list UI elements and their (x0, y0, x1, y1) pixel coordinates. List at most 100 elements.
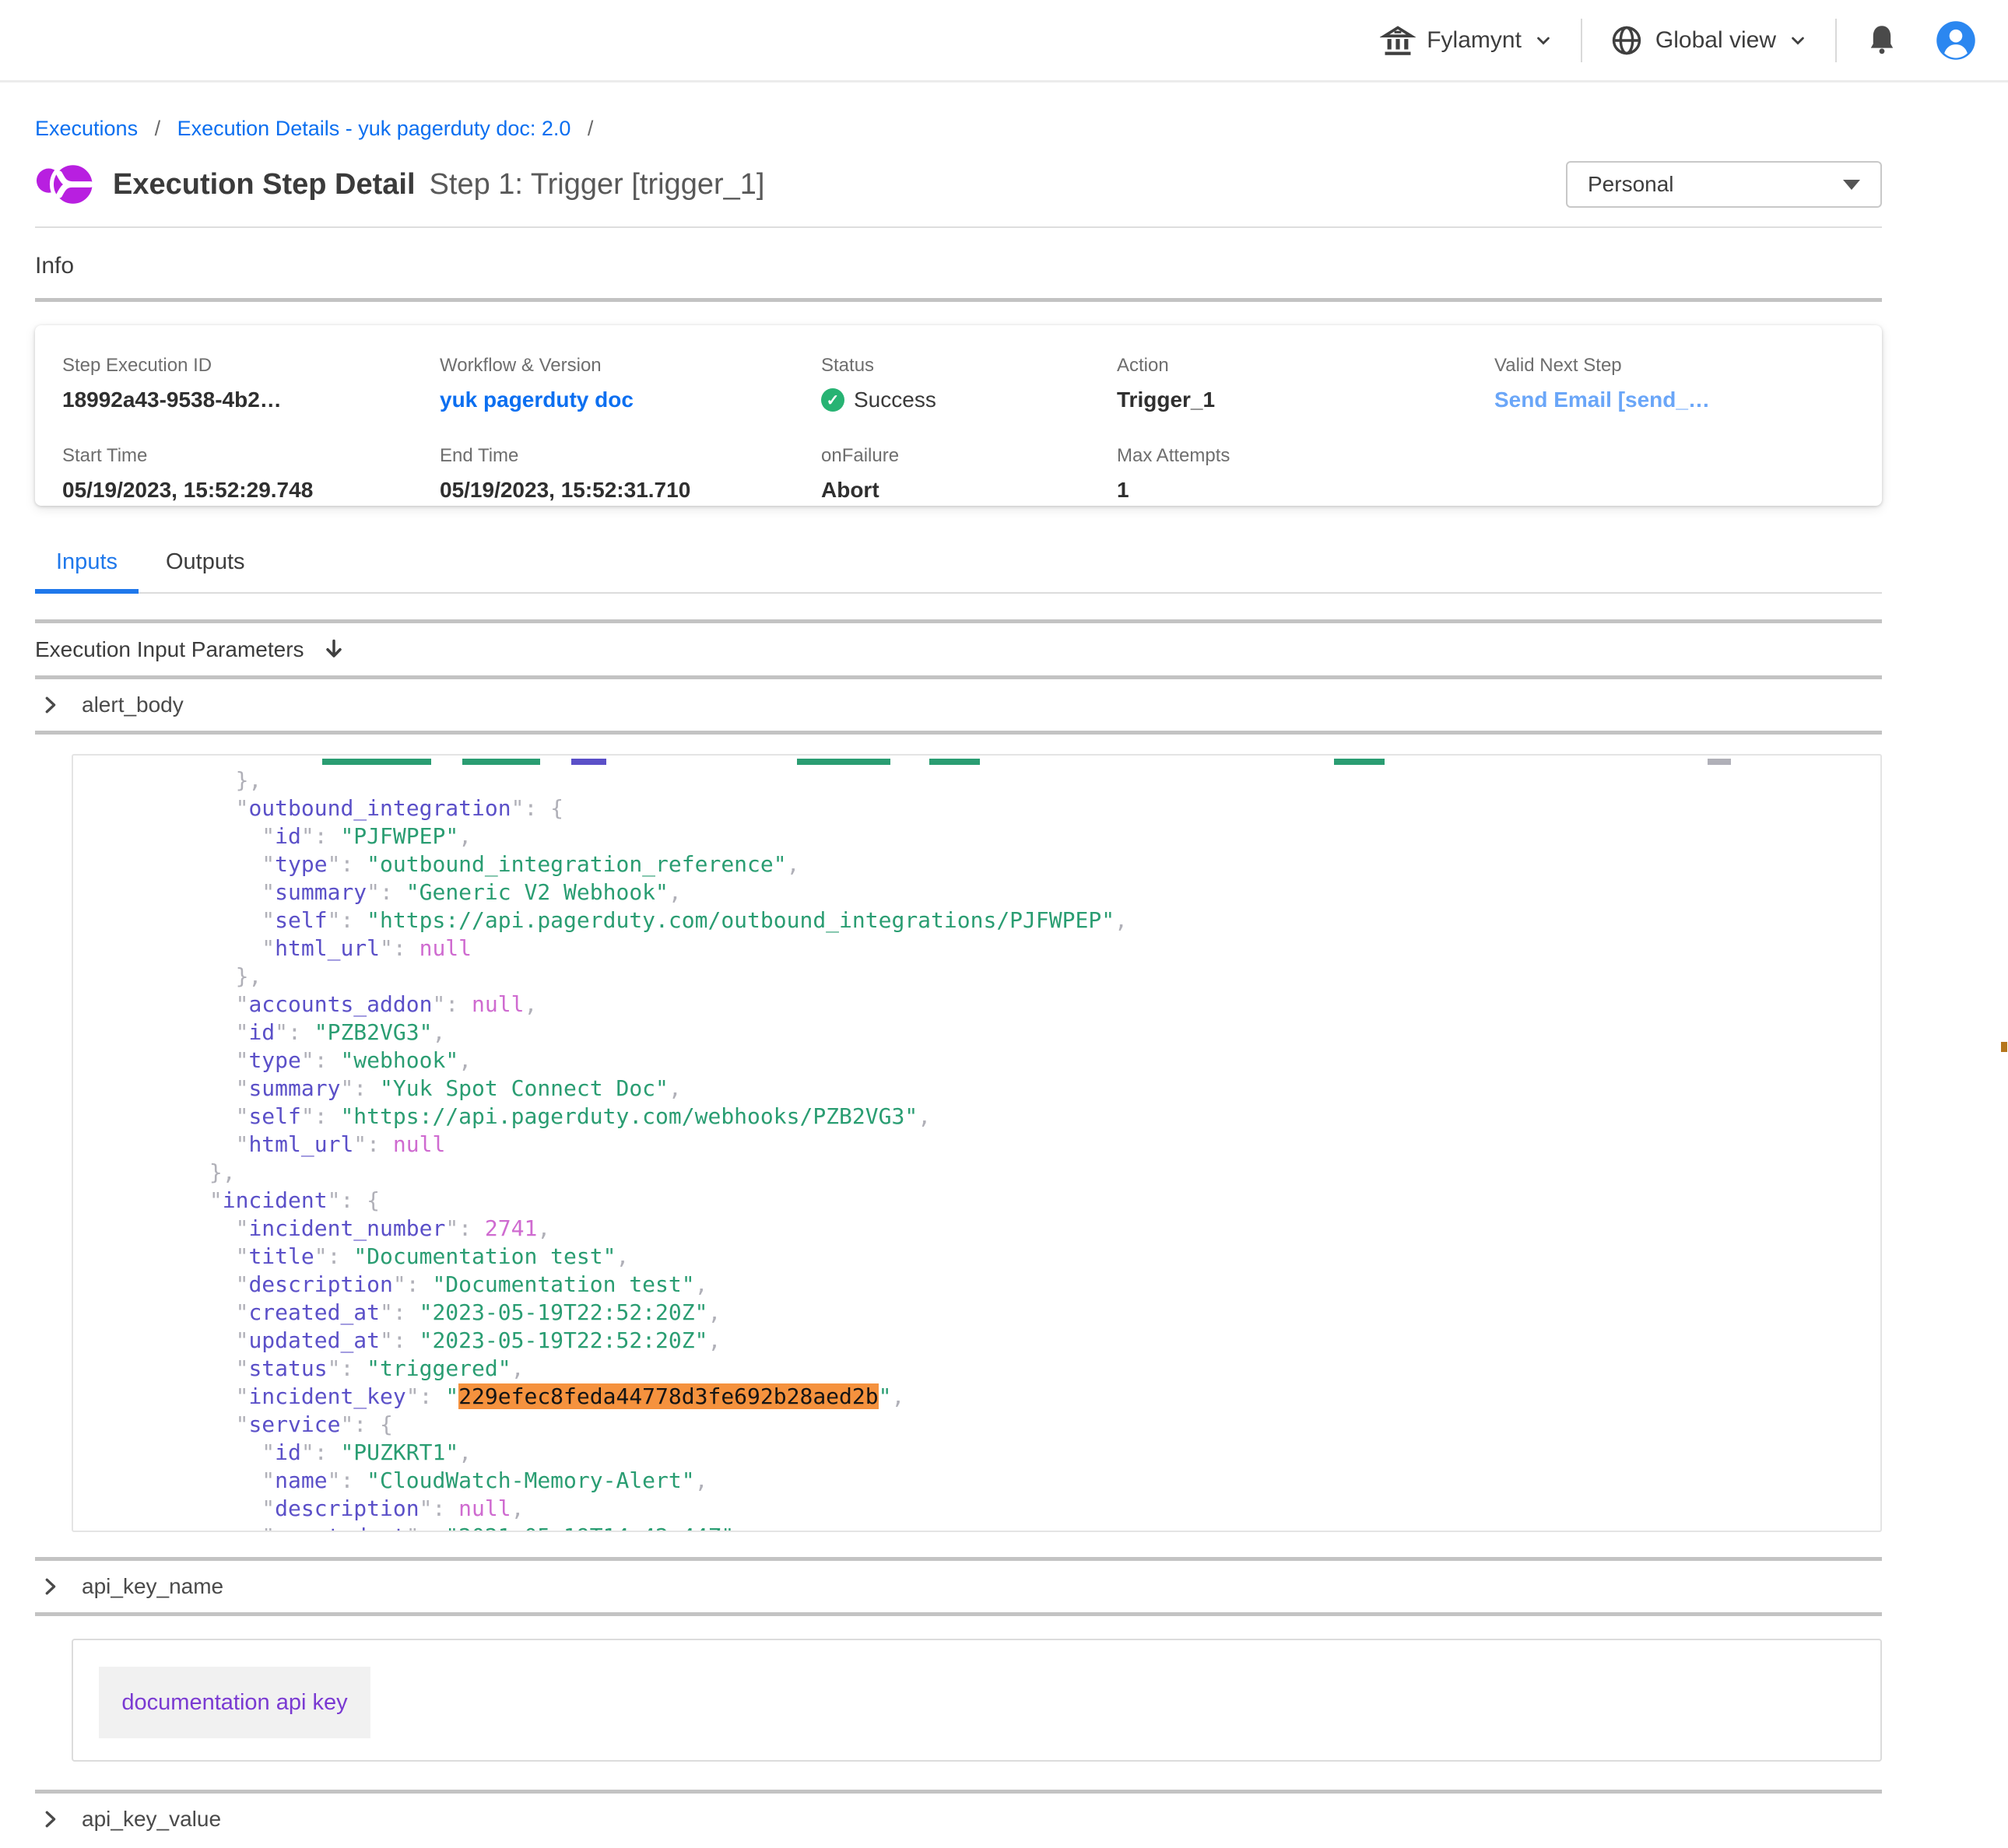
code-line: "description": null, (104, 1495, 1880, 1523)
code-line: "created_at": "2021-05-19T14:42:44Z", (104, 1523, 1880, 1532)
scope-select-value: Personal (1588, 172, 1674, 197)
code-line: "id": "PZB2VG3", (104, 1019, 1880, 1047)
section-row-alert-body[interactable]: alert_body (35, 679, 1882, 731)
info-field-step-execution-id: Step Execution ID 18992a43-9538-4b2… (62, 355, 440, 412)
info-field-end-time: End Time 05/19/2023, 15:52:31.710 (440, 445, 821, 503)
code-line: "incident_number": 2741, (104, 1215, 1880, 1243)
page-subtitle: Step 1: Trigger [trigger_1] (430, 168, 765, 202)
code-line: "description": "Documentation test", (104, 1271, 1880, 1299)
divider (35, 298, 1882, 302)
field-label: Action (1117, 355, 1494, 377)
tenant-switcher[interactable]: Fylamynt (1380, 23, 1554, 58)
page-content: Executions / Execution Details - yuk pag… (35, 117, 1882, 1845)
search-highlight: 229efec8feda44778d3fe692b28aed2b (458, 1383, 878, 1409)
code-line: "updated_at": "2023-05-19T22:52:20Z", (104, 1327, 1880, 1355)
breadcrumb-link-execution-details[interactable]: Execution Details - yuk pagerduty doc: 2… (177, 117, 571, 140)
api-key-name-panel: documentation api key (72, 1639, 1882, 1762)
globe-icon (1609, 23, 1645, 58)
field-label: Valid Next Step (1494, 355, 1882, 377)
field-value: ✓ Success (821, 387, 1117, 412)
field-label: Step Execution ID (62, 355, 440, 377)
code-line: "self": "https://api.pagerduty.com/webho… (104, 1103, 1880, 1131)
field-value: 05/19/2023, 15:52:31.710 (440, 478, 821, 503)
notifications-bell-icon[interactable] (1863, 22, 1901, 59)
divider (35, 731, 1882, 735)
info-field-max-attempts: Max Attempts1 (1117, 445, 1494, 503)
code-line: "name": "CloudWatch-Memory-Alert", (104, 1467, 1880, 1495)
info-card: Step Execution ID 18992a43-9538-4b2…Workf… (35, 325, 1882, 506)
field-label: Max Attempts (1117, 445, 1494, 467)
code-line: }, (104, 766, 1880, 794)
code-line: "incident_key": "229efec8feda44778d3fe69… (104, 1383, 1880, 1411)
code-line: "title": "Documentation test", (104, 1243, 1880, 1271)
info-field-valid-next-step: Valid Next Step Send Email [send_… (1494, 355, 1882, 412)
execution-input-parameters-header: Execution Input Parameters (35, 623, 1882, 675)
code-line: "service": { (104, 1411, 1880, 1439)
info-field-start-time: Start Time 05/19/2023, 15:52:29.748 (62, 445, 440, 503)
execution-input-parameters-label: Execution Input Parameters (35, 637, 304, 662)
info-field-status: Status✓Success (821, 355, 1117, 412)
success-check-icon: ✓ (821, 388, 844, 412)
code-line: "summary": "Generic V2 Webhook", (104, 878, 1880, 906)
info-field-action: ActionTrigger_1 (1117, 355, 1494, 412)
caret-down-icon (1843, 180, 1860, 190)
field-label: Start Time (62, 445, 440, 467)
code-line: "created_at": "2023-05-19T22:52:20Z", (104, 1299, 1880, 1327)
chevron-right-icon (38, 693, 61, 717)
code-line: }, (104, 963, 1880, 991)
section-row-api-key-name[interactable]: api_key_name (35, 1561, 1882, 1612)
section-label: api_key_name (82, 1574, 223, 1599)
field-label: End Time (440, 445, 821, 467)
download-arrow-icon[interactable] (321, 637, 346, 662)
code-line: "type": "outbound_integration_reference"… (104, 850, 1880, 878)
tabs: InputsOutputs (35, 549, 1882, 594)
field-value: 18992a43-9538-4b2… (62, 387, 440, 412)
bank-icon (1380, 23, 1416, 58)
info-field-onfailure: onFailureAbort (821, 445, 1117, 503)
field-value[interactable]: yuk pagerduty doc (440, 387, 821, 412)
code-line: "html_url": null (104, 1131, 1880, 1159)
tenant-label: Fylamynt (1427, 27, 1522, 54)
code-line: }, (104, 1159, 1880, 1187)
view-label: Global view (1655, 27, 1776, 54)
code-line: "incident": { (104, 1187, 1880, 1215)
divider (35, 226, 1882, 228)
chevron-right-icon (38, 1808, 61, 1831)
breadcrumb-separator: / (588, 117, 594, 140)
section-row-api-key-value[interactable]: api_key_value (35, 1794, 1882, 1845)
user-avatar[interactable] (1935, 19, 1977, 61)
topbar-divider (1581, 19, 1582, 62)
info-field-workflow-version: Workflow & Versionyuk pagerduty doc (440, 355, 821, 412)
breadcrumb-link-executions[interactable]: Executions (35, 117, 138, 140)
status-text: Success (854, 387, 936, 412)
section-label: alert_body (82, 693, 184, 717)
code-line: "id": "PJFWPEP", (104, 822, 1880, 850)
code-line: "status": "triggered", (104, 1355, 1880, 1383)
view-switcher[interactable]: Global view (1609, 23, 1809, 58)
field-value[interactable]: Send Email [send_… (1494, 387, 1882, 412)
info-grid: Step Execution ID 18992a43-9538-4b2…Workf… (62, 355, 1882, 503)
topbar-divider (1835, 19, 1837, 62)
scope-select[interactable]: Personal (1566, 161, 1882, 208)
code-line: "outbound_integration": { (104, 794, 1880, 822)
code-content: }, "outbound_integration": { "id": "PJFW… (104, 766, 1880, 1532)
api-key-name-value-chip: documentation api key (99, 1667, 370, 1738)
clipped-code-line (104, 759, 1739, 765)
topbar: Fylamynt Global view (0, 0, 2008, 82)
code-line: "summary": "Yuk Spot Connect Doc", (104, 1075, 1880, 1103)
code-line: "id": "PUZKRT1", (104, 1439, 1880, 1467)
breadcrumb-separator: / (155, 117, 161, 140)
tab-inputs[interactable]: Inputs (35, 549, 139, 592)
divider (35, 1612, 1882, 1616)
tab-outputs[interactable]: Outputs (145, 549, 266, 592)
trigger-step-icon (35, 154, 96, 215)
chevron-down-icon (1532, 30, 1554, 51)
title-row: Execution Step Detail Step 1: Trigger [t… (35, 155, 1882, 214)
scrollbar-search-match-marker[interactable] (2001, 1042, 2007, 1052)
page-title: Execution Step Detail (113, 168, 416, 202)
field-value: 05/19/2023, 15:52:29.748 (62, 478, 440, 503)
chevron-down-icon (1787, 30, 1809, 51)
section-label: api_key_value (82, 1807, 221, 1832)
code-line: "html_url": null (104, 935, 1880, 963)
alert-body-json-viewer[interactable]: }, "outbound_integration": { "id": "PJFW… (72, 754, 1882, 1532)
